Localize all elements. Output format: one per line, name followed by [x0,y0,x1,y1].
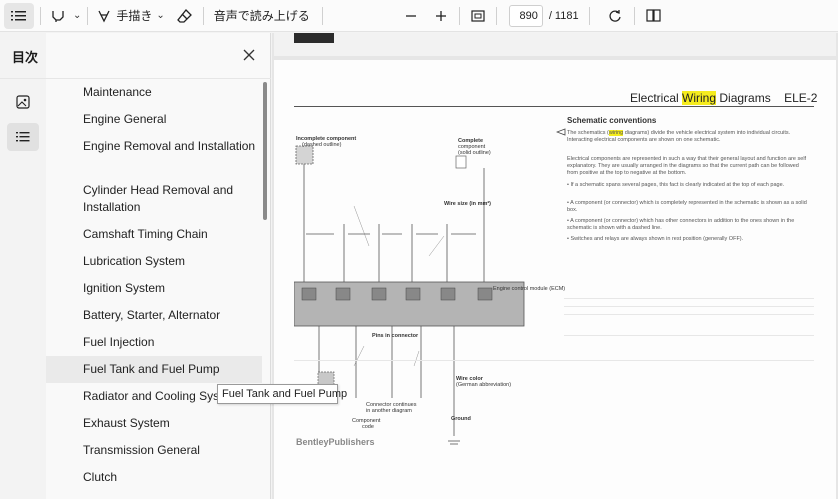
toolbar-separator [588,6,590,25]
page-view-button[interactable] [641,3,667,29]
header-prefix: Electrical [630,91,683,105]
wiring-diagram: Incomplete component (dashed outline) Co… [293,136,565,456]
publisher-logo: BentleyPublishers [296,437,375,447]
label-wire-size: Wire size (in mm²) [444,201,492,207]
draw-button[interactable] [94,3,114,29]
toolbar-separator [40,6,41,25]
outline-item[interactable]: Cylinder Head Removal and Installation [46,177,262,221]
bleed-through-line [564,306,814,307]
erase-button[interactable] [173,3,197,29]
rotate-icon [609,9,621,22]
outline-item[interactable]: Engine Removal and Installation [46,133,262,177]
outline-item[interactable]: Ignition System [46,275,262,302]
two-page-icon [646,9,661,22]
outline-item[interactable]: Clutch [46,464,262,491]
previous-page [274,33,836,56]
panel-title: 目次 [12,50,39,65]
toolbar-separator [202,6,204,25]
bleed-through-line [294,360,814,361]
outline-item[interactable]: Fuel Injection [46,329,262,356]
thumbnails-button[interactable] [7,88,39,116]
toolbar-separator [458,6,460,25]
outline-item[interactable]: Lubrication System [46,248,262,275]
sidebar-strip [0,33,46,499]
page-header: Electrical Wiring Diagrams ELE-2 [630,91,817,105]
list-icon [16,132,30,142]
toolbar-separator [633,6,635,25]
label-ground: Ground [451,416,471,422]
label-complete-sub2: (solid outline) [458,150,491,156]
fit-page-icon [471,9,485,22]
page-number-input[interactable]: 890 [508,4,543,27]
outline-button[interactable] [7,123,39,151]
highlight-dropdown-chevron-icon[interactable]: ⌄ [73,10,81,21]
paragraph-1-a: The schematics ( [567,130,609,136]
outline-item[interactable]: Battery, Starter, Alternator [46,302,262,329]
bullet-item: • A component (or connector) which is co… [567,200,807,213]
image-icon [16,95,30,109]
toolbar-separator [321,6,323,25]
wiring-diagram-graphic [293,145,525,445]
bleed-through-line [564,335,814,336]
fit-page-button[interactable] [466,3,490,29]
toc-toggle-button[interactable] [4,2,34,29]
outline-item[interactable]: Engine General [46,106,262,133]
rotate-button[interactable] [602,3,628,29]
outline-panel: 目次 Maintenance Engine General Engine Rem… [0,33,271,499]
bleed-through-line [564,314,814,315]
outline-item[interactable]: Maintenance [46,79,262,106]
paragraph-1-highlight: wiring [608,130,624,136]
previous-page-content [294,33,334,43]
draw-label[interactable]: 手描き [116,7,152,24]
outline-item-hovered[interactable]: Fuel Tank and Fuel Pump [46,356,262,383]
label-pins: Pins in connector [372,333,419,339]
close-panel-button[interactable] [241,47,257,63]
bullet-item: • If a schematic spans several pages, th… [567,182,785,188]
close-icon [243,49,255,61]
header-highlight: Wiring [682,91,717,105]
plus-icon [435,10,446,21]
paragraph-1: The schematics (wiring diagrams) divide … [567,130,807,144]
tooltip: Fuel Tank and Fuel Pump [217,384,347,404]
section-title: Schematic conventions [567,116,657,125]
eraser-icon [177,8,193,23]
outline-list: Maintenance Engine General Engine Remova… [46,79,262,491]
label-connector-sub: in another diagram [366,408,412,414]
page-total: / 1181 [548,9,579,22]
header-rule [294,106,814,107]
pen-icon [98,10,110,22]
document-view[interactable]: Electrical Wiring Diagrams ELE-2 Incompl… [272,33,838,499]
outline-item[interactable]: Camshaft Timing Chain [46,221,262,248]
paragraph-2: Electrical components are represented in… [567,156,807,176]
label-wire-color-sub: (German abbreviation) [456,382,512,388]
highlight-button[interactable] [47,3,69,29]
header-suffix: Diagrams [716,91,771,105]
outline-item[interactable]: Exhaust System [46,410,262,437]
read-aloud-button[interactable]: 音声で読み上げる [214,7,310,24]
outline-item[interactable]: Transmission General [46,437,262,464]
list-icon [11,10,26,20]
highlighter-icon [52,10,64,22]
zoom-out-button[interactable] [399,3,423,29]
toolbar-separator [495,6,497,25]
header-code: ELE-2 [784,91,818,105]
pointer-arrow-icon [556,128,566,136]
outline-scrollbar[interactable] [263,82,267,220]
bleed-through-line [564,298,814,299]
zoom-in-button[interactable] [429,3,453,29]
label-ecm: Engine control module (ECM) [493,286,566,292]
minus-icon [405,14,416,17]
label-component-code-sub: code [362,424,374,430]
label-incomplete-sub: (dashed outline) [302,142,342,148]
toolbar-separator [87,6,89,25]
pdf-page: Electrical Wiring Diagrams ELE-2 Incompl… [274,60,836,499]
bullet-item: • A component (or connector) which has o… [567,218,795,231]
toolbar: ⌄ 手描き ⌄ 音声で読み上げる 890 / 1181 [0,0,838,32]
draw-dropdown-chevron-icon[interactable]: ⌄ [156,10,164,21]
bullet-item: • Switches and relays are always shown i… [567,236,744,242]
